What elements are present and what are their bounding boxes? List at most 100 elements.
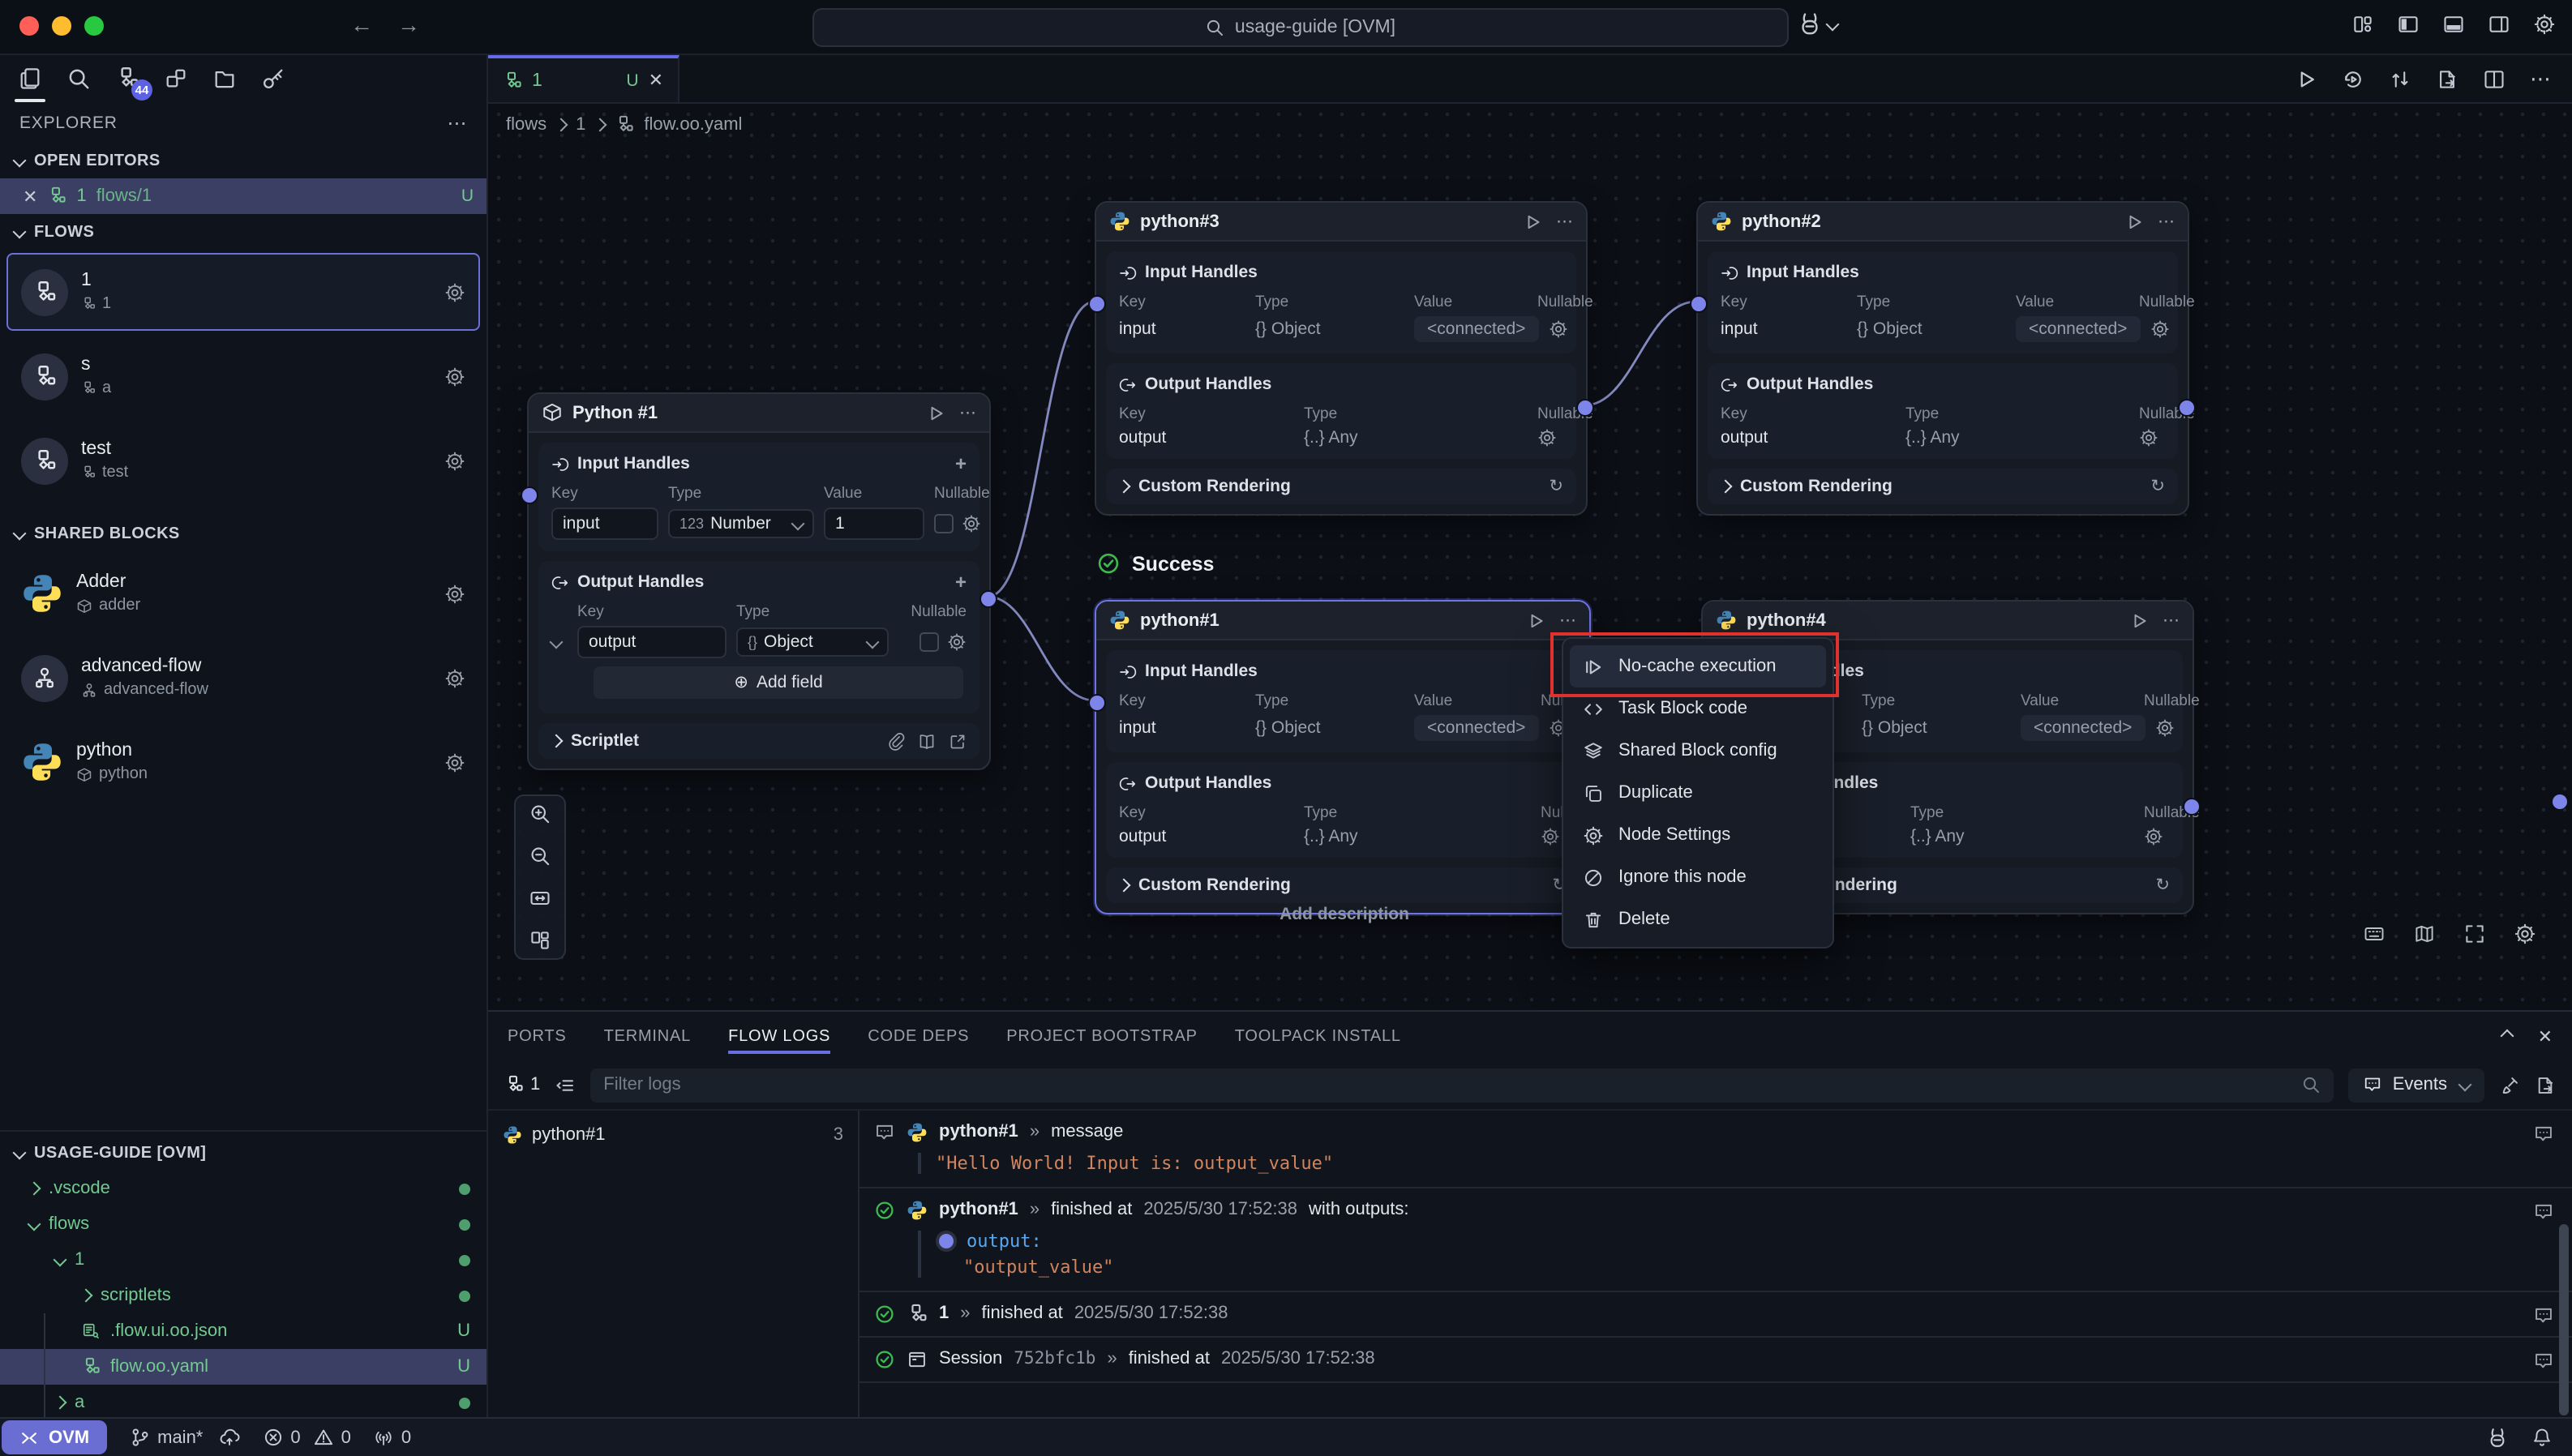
breadcrumb-item[interactable]: flows — [506, 115, 547, 135]
node-python3[interactable]: python#3 ⋯ Input Handles KeyTypeValueNul… — [1095, 201, 1588, 516]
log-entry[interactable]: python#1 » message "Hello World! Input i… — [859, 1110, 2572, 1188]
customize-layout-icon[interactable] — [2351, 13, 2374, 36]
toggle-secondary-sidebar-icon[interactable] — [2488, 13, 2510, 36]
close-editor-icon[interactable]: ✕ — [23, 186, 37, 207]
settings-gear-icon[interactable] — [2533, 13, 2556, 36]
type-select[interactable]: 123Number — [668, 509, 814, 538]
output-port[interactable] — [1576, 399, 1594, 417]
sort-nodes-icon[interactable] — [2389, 67, 2411, 90]
keyboard-shortcuts-icon[interactable] — [2363, 922, 2386, 944]
forwarded-ports-status[interactable]: 0 — [374, 1427, 411, 1448]
notifications-bell-icon[interactable] — [2531, 1427, 2553, 1448]
export-flow-icon[interactable] — [2436, 67, 2458, 90]
custom-rendering-section[interactable]: Custom Rendering ↻ — [1708, 469, 2178, 504]
run-node-icon[interactable] — [925, 403, 945, 422]
type-select[interactable]: {}Object — [736, 627, 889, 657]
comment-icon[interactable] — [2533, 1350, 2554, 1371]
expand-row-icon[interactable] — [550, 636, 564, 649]
comment-icon[interactable] — [2533, 1123, 2554, 1144]
open-editor-item[interactable]: ✕ 1 flows/1 U — [0, 178, 487, 214]
tree-item-vscode[interactable]: .vscode — [0, 1171, 487, 1206]
panel-maximize-icon[interactable] — [2500, 1030, 2514, 1043]
editor-more-icon[interactable]: ⋯ — [2530, 66, 2551, 92]
tab-flow-logs[interactable]: FLOW LOGS — [728, 1013, 830, 1060]
handle-settings-gear-icon[interactable] — [962, 514, 981, 533]
git-branch-status[interactable]: main* — [130, 1427, 240, 1448]
handle-settings-gear-icon[interactable] — [2139, 428, 2158, 448]
run-node-icon[interactable] — [1522, 212, 1541, 231]
key-input[interactable]: output — [577, 626, 727, 658]
output-port[interactable] — [2178, 399, 2196, 417]
nullable-checkbox[interactable] — [934, 514, 954, 533]
input-port[interactable] — [1690, 295, 1708, 313]
docs-book-icon[interactable] — [918, 732, 936, 750]
folder-activity-icon[interactable] — [212, 66, 237, 91]
add-field-button[interactable]: ⊕ Add field — [594, 666, 963, 699]
scriptlet-section[interactable]: Scriptlet — [538, 723, 980, 759]
remote-indicator[interactable]: OVM — [2, 1420, 107, 1454]
comment-icon[interactable] — [2533, 1201, 2554, 1222]
run-node-icon[interactable] — [2124, 212, 2143, 231]
handle-settings-gear-icon[interactable] — [1541, 827, 1560, 846]
add-input-icon[interactable]: + — [955, 452, 967, 475]
close-window-button[interactable] — [19, 16, 39, 36]
rerun-flow-icon[interactable] — [2342, 67, 2364, 90]
filter-logs-input[interactable]: Filter logs — [590, 1068, 2334, 1102]
handle-settings-gear-icon[interactable] — [2144, 827, 2163, 846]
node-header[interactable]: python#2 ⋯ — [1698, 203, 2188, 242]
breadcrumb-item[interactable]: 1 — [576, 115, 585, 135]
custom-rendering-section[interactable]: Custom Rendering ↻ — [1106, 867, 1580, 903]
add-description-button[interactable]: Add description — [1182, 905, 1507, 924]
input-port[interactable] — [521, 486, 538, 504]
flow-settings-gear-icon[interactable] — [444, 450, 465, 471]
key-input[interactable]: input — [551, 507, 658, 540]
refresh-icon[interactable]: ↻ — [2150, 477, 2165, 496]
block-settings-gear-icon[interactable] — [444, 752, 465, 773]
comment-icon[interactable] — [2533, 1304, 2554, 1325]
explorer-files-icon[interactable] — [18, 66, 42, 91]
command-center-search[interactable]: usage-guide [OVM] — [812, 8, 1789, 47]
tab-project-bootstrap[interactable]: PROJECT BOOTSTRAP — [1006, 1013, 1198, 1060]
tree-item-flows[interactable]: flows — [0, 1206, 487, 1242]
split-editor-icon[interactable] — [2483, 67, 2506, 90]
fit-view-icon[interactable] — [529, 887, 551, 910]
node-header[interactable]: python#1 ⋯ — [1096, 602, 1589, 640]
tree-item-scriptlets[interactable]: scriptlets — [0, 1278, 487, 1313]
shared-block-item[interactable]: python python — [6, 723, 480, 801]
run-node-icon[interactable] — [2128, 610, 2148, 630]
search-activity-icon[interactable] — [66, 66, 91, 91]
canvas-settings-gear-icon[interactable] — [2514, 922, 2536, 944]
editor-tab[interactable]: 1 U ✕ — [488, 55, 679, 102]
flows-section-header[interactable]: FLOWS — [0, 214, 487, 250]
node-more-icon[interactable]: ⋯ — [1559, 610, 1576, 630]
auto-layout-icon[interactable] — [529, 929, 551, 952]
log-entry[interactable]: python#1 » finished at 2025/5/30 17:52:3… — [859, 1188, 2572, 1291]
flow-settings-gear-icon[interactable] — [444, 366, 465, 387]
node-python2[interactable]: python#2 ⋯ Input Handles KeyTypeValueNul… — [1696, 201, 2189, 516]
menu-item-duplicate[interactable]: Duplicate — [1570, 772, 1826, 814]
value-input[interactable]: 1 — [824, 507, 924, 540]
secrets-key-icon[interactable] — [261, 66, 285, 91]
handle-settings-gear-icon[interactable] — [1548, 319, 1567, 339]
shared-block-item[interactable]: advanced-flow advanced-flow — [6, 639, 480, 717]
shared-blocks-header[interactable]: SHARED BLOCKS — [0, 516, 487, 551]
tab-code-deps[interactable]: CODE DEPS — [868, 1013, 969, 1060]
tab-terminal[interactable]: TERMINAL — [604, 1013, 692, 1060]
menu-item-delete[interactable]: Delete — [1570, 898, 1826, 940]
scrollbar-thumb[interactable] — [2559, 1223, 2569, 1415]
node-python1-selected[interactable]: python#1 ⋯ Input Handles KeyTypeValueNul… — [1095, 600, 1591, 914]
paperclip-icon[interactable] — [887, 732, 905, 750]
clear-logs-broom-icon[interactable] — [2499, 1074, 2520, 1095]
node-python-block-1[interactable]: Python #1 ⋯ Input Handles + — [527, 392, 991, 770]
events-dropdown[interactable]: Events — [2349, 1068, 2484, 1102]
tree-item-flow-yaml[interactable]: flow.oo.yaml U — [0, 1349, 487, 1385]
log-node-row[interactable]: python#1 3 — [488, 1115, 858, 1154]
zoom-out-icon[interactable] — [529, 845, 551, 867]
run-node-icon[interactable] — [1525, 610, 1545, 630]
maximize-window-button[interactable] — [84, 16, 104, 36]
block-settings-gear-icon[interactable] — [444, 667, 465, 688]
history-back-icon[interactable]: ← — [350, 11, 373, 37]
rabbit-icon[interactable] — [2486, 1426, 2509, 1449]
fullscreen-icon[interactable] — [2463, 922, 2486, 944]
tab-toolpack-install[interactable]: TOOLPACK INSTALL — [1235, 1013, 1401, 1060]
